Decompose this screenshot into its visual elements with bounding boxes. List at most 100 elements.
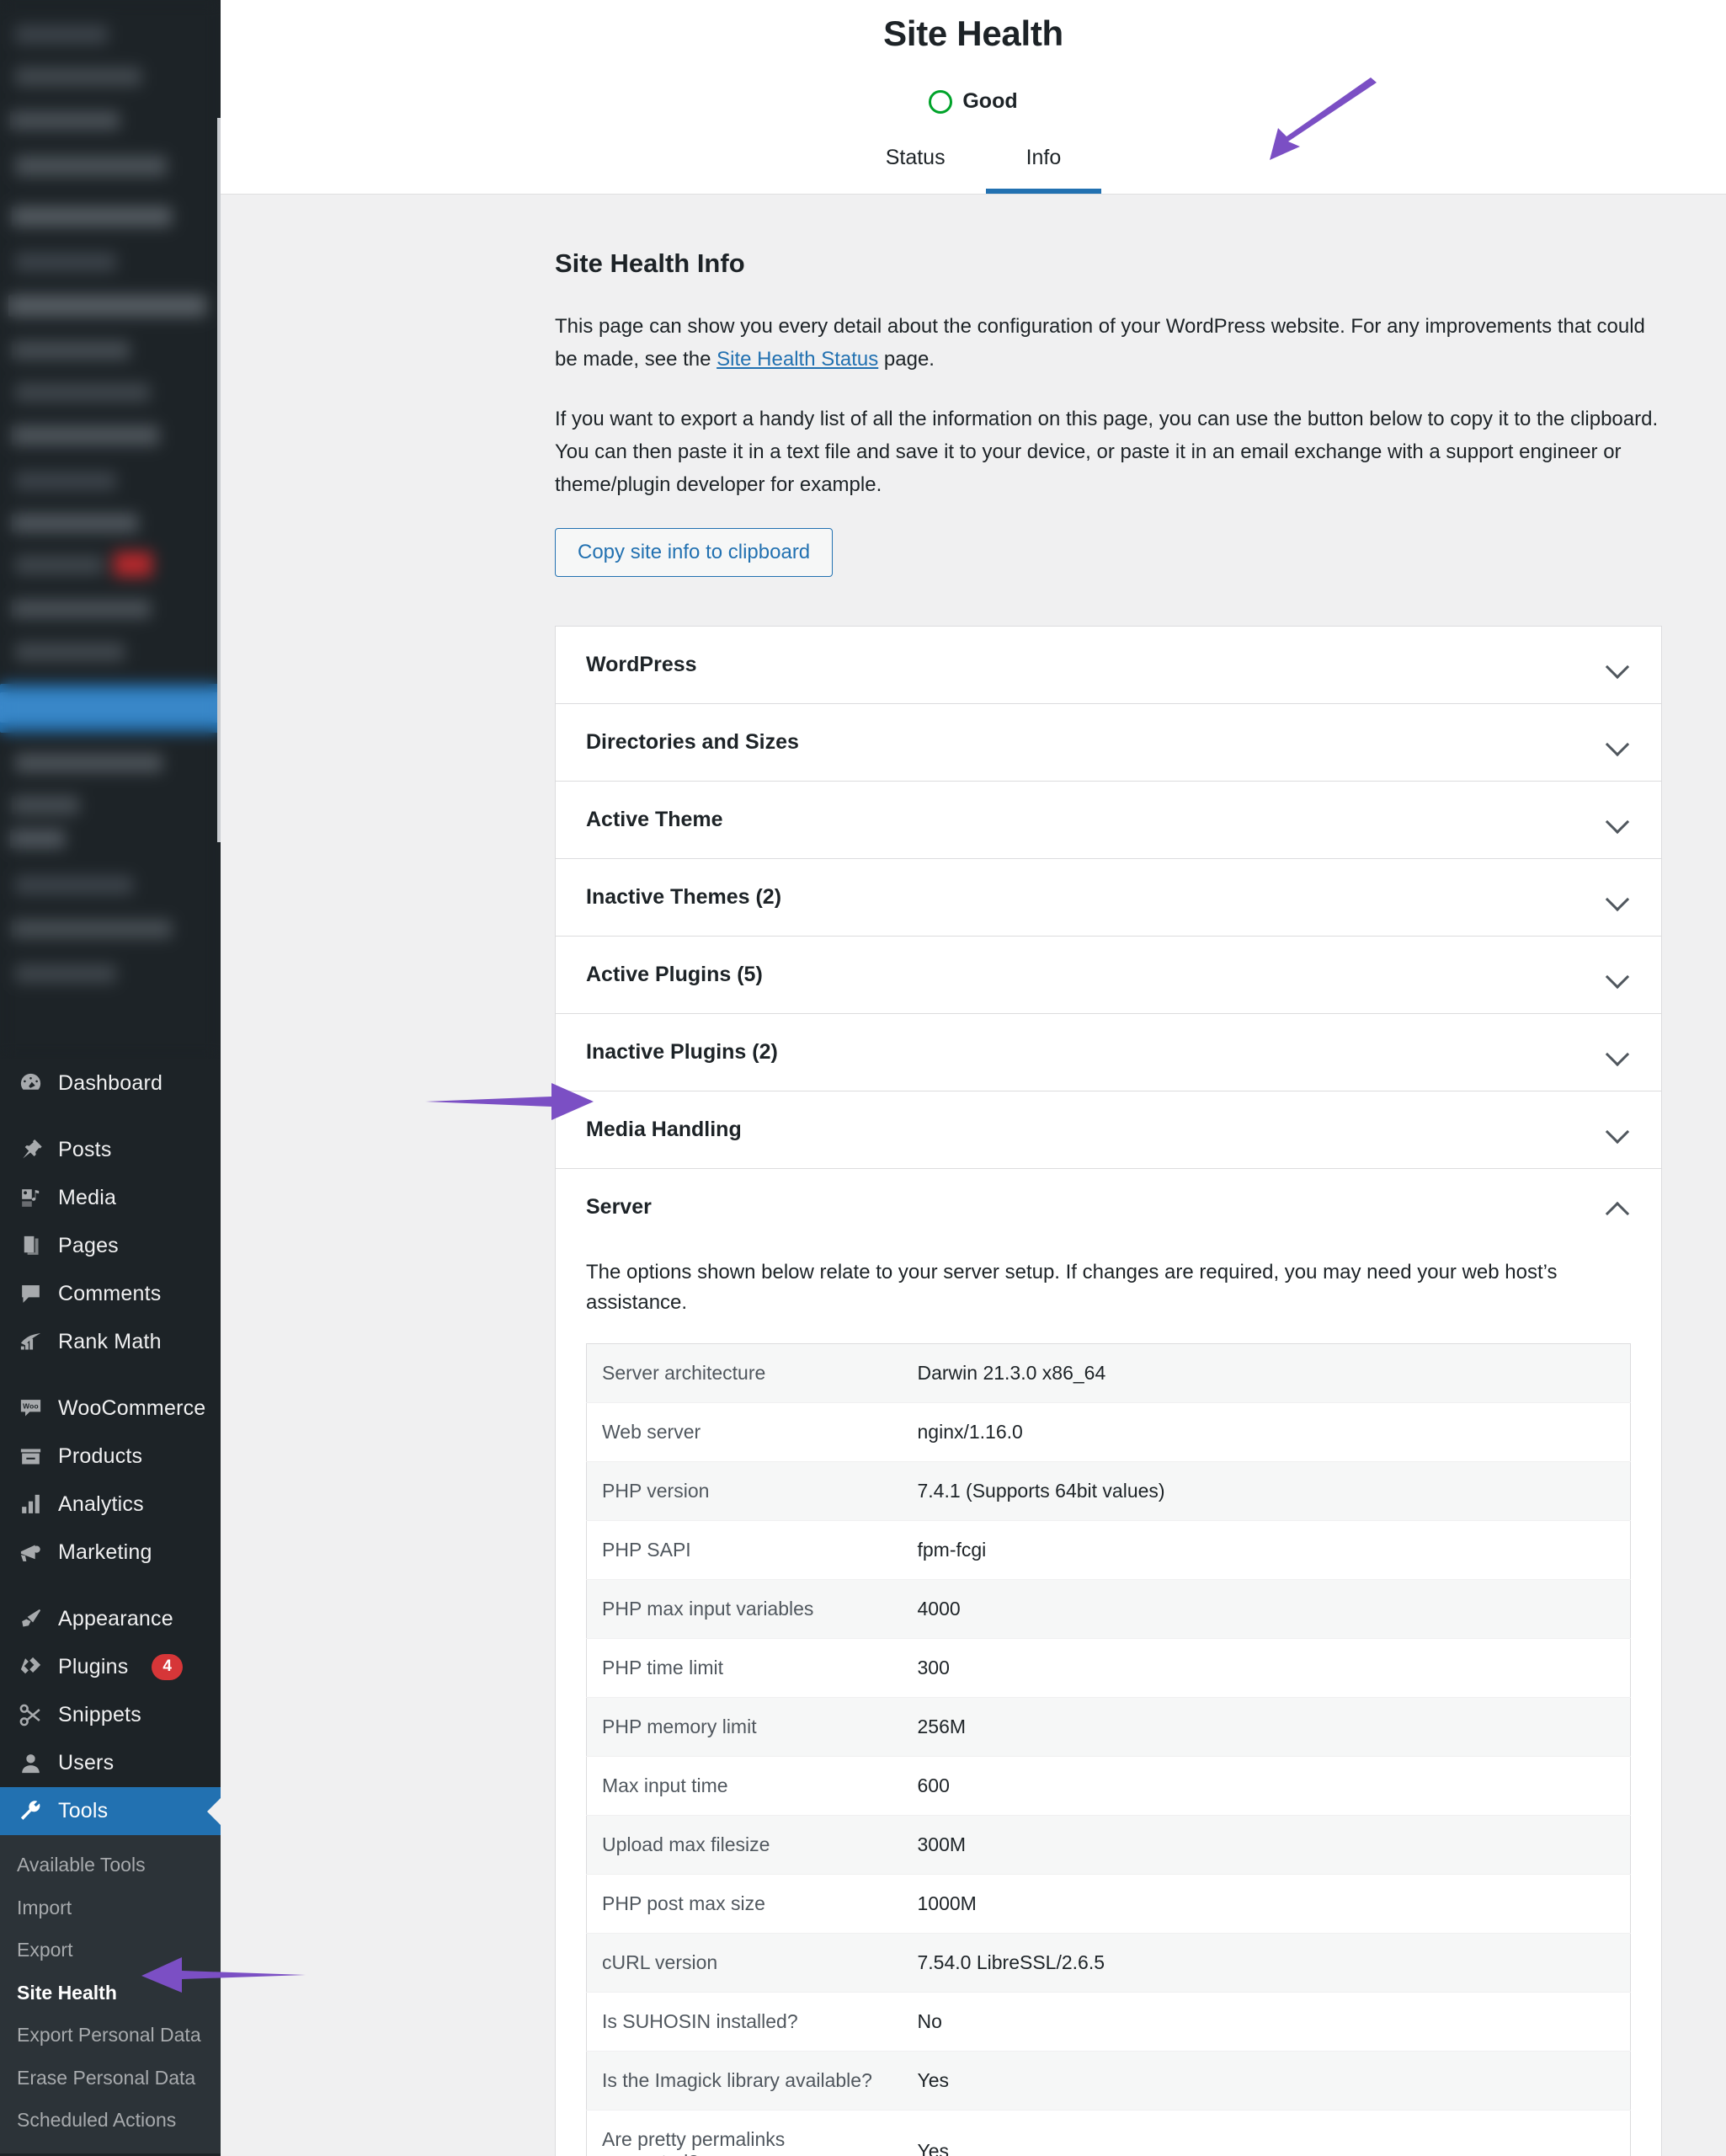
copy-site-info-button[interactable]: Copy site info to clipboard <box>555 528 834 578</box>
chevron-down-icon[interactable] <box>1606 1045 1631 1060</box>
site-health-status: Good <box>221 89 1726 114</box>
sidebar-item-woocommerce[interactable]: Woo WooCommerce <box>0 1385 221 1433</box>
tab-info[interactable]: Info <box>985 146 1102 194</box>
sidebar-item-tools[interactable]: Tools <box>0 1787 221 1835</box>
accordion-label: Media Handling <box>586 1118 742 1142</box>
tab-status[interactable]: Status <box>845 146 986 194</box>
submenu-item-available-tools[interactable]: Available Tools <box>0 1844 221 1886</box>
row-key: PHP time limit <box>602 1657 723 1679</box>
table-row: PHP memory limit 256M <box>586 1697 1631 1757</box>
submenu-item-export[interactable]: Export <box>0 1929 221 1972</box>
accordion-header[interactable]: Media Handling <box>556 1091 1661 1168</box>
row-key: PHP SAPI <box>602 1539 691 1561</box>
accordion-label: Directories and Sizes <box>586 730 799 755</box>
pages-icon <box>17 1232 45 1260</box>
chevron-down-icon[interactable] <box>1606 1123 1631 1138</box>
accordion-label: Active Plugins (5) <box>586 963 763 987</box>
row-key: PHP version <box>602 1480 710 1502</box>
table-row: cURL version 7.54.0 LibreSSL/2.6.5 <box>586 1933 1631 1993</box>
row-value: 600 <box>917 1774 950 1797</box>
accordion-header[interactable]: WordPress <box>556 627 1661 703</box>
intro-paragraph-2: If you want to export a handy list of al… <box>555 407 1659 496</box>
rank-math-icon <box>17 1328 45 1356</box>
submenu-item-scheduled-actions[interactable]: Scheduled Actions <box>0 2099 221 2142</box>
accordion-header[interactable]: Active Theme <box>556 782 1661 858</box>
accordion-header[interactable]: Inactive Plugins (2) <box>556 1014 1661 1091</box>
table-row: Server architecture Darwin 21.3.0 x86_64 <box>586 1343 1631 1403</box>
paintbrush-icon <box>17 1605 45 1633</box>
chevron-down-icon[interactable] <box>1606 813 1631 828</box>
row-key: Server architecture <box>602 1362 766 1385</box>
sidebar-item-label: Plugins <box>58 1655 129 1678</box>
accordion-section-media-handling: Media Handling <box>555 1091 1662 1169</box>
table-row: PHP max input variables 4000 <box>586 1579 1631 1639</box>
accordion-label: Inactive Plugins (2) <box>586 1040 778 1065</box>
submenu-item-export-personal-data[interactable]: Export Personal Data <box>0 2014 221 2057</box>
woocommerce-icon: Woo <box>17 1395 45 1422</box>
chevron-down-icon[interactable] <box>1606 658 1631 673</box>
sidebar-item-users[interactable]: Users <box>0 1739 221 1787</box>
pin-icon <box>17 1136 45 1164</box>
chevron-down-icon[interactable] <box>1606 735 1631 750</box>
accordion-header[interactable]: Directories and Sizes <box>556 704 1661 781</box>
sidebar-item-label: Analytics <box>58 1492 144 1516</box>
accordion-header[interactable]: Server <box>556 1169 1661 1246</box>
sidebar-item-label: Tools <box>58 1799 109 1822</box>
plugins-update-badge: 4 <box>152 1654 184 1680</box>
sidebar-item-label: Products <box>58 1444 143 1468</box>
sidebar-item-label: Marketing <box>58 1540 152 1564</box>
sidebar-item-pages[interactable]: Pages <box>0 1222 221 1270</box>
sidebar-item-appearance[interactable]: Appearance <box>0 1595 221 1643</box>
intro-paragraph-1: This page can show you every detail abou… <box>555 311 1662 376</box>
comment-icon <box>17 1280 45 1308</box>
accordion-section-active-plugins: Active Plugins (5) <box>555 936 1662 1014</box>
submenu-item-erase-personal-data[interactable]: Erase Personal Data <box>0 2057 221 2100</box>
submenu-item-import[interactable]: Import <box>0 1886 221 1929</box>
sidebar-item-rank-math[interactable]: Rank Math <box>0 1318 221 1366</box>
sidebar-scrollbar[interactable] <box>217 118 221 842</box>
row-value: Yes <box>917 2069 950 2092</box>
sidebar-item-products[interactable]: Products <box>0 1433 221 1481</box>
site-health-status-link[interactable]: Site Health Status <box>717 348 878 371</box>
row-key: Web server <box>602 1421 701 1444</box>
server-info-table: Server architecture Darwin 21.3.0 x86_64 … <box>586 1343 1631 2156</box>
chevron-up-icon[interactable] <box>1606 1200 1631 1215</box>
sidebar-item-analytics[interactable]: Analytics <box>0 1481 221 1529</box>
status-label: Good <box>962 89 1018 113</box>
row-key: Is SUHOSIN installed? <box>602 2010 798 2033</box>
sidebar-divider <box>0 1107 221 1126</box>
status-ring-icon <box>929 89 953 114</box>
row-value: 7.4.1 (Supports 64bit values) <box>917 1480 1165 1502</box>
accordion-header[interactable]: Inactive Themes (2) <box>556 859 1661 936</box>
row-value: Darwin 21.3.0 x86_64 <box>917 1362 1106 1385</box>
row-value: nginx/1.16.0 <box>917 1421 1023 1444</box>
chevron-down-icon[interactable] <box>1606 890 1631 905</box>
sidebar-item-snippets[interactable]: Snippets <box>0 1691 221 1739</box>
sidebar-item-media[interactable]: Media <box>0 1174 221 1222</box>
sidebar-item-label: Appearance <box>58 1607 173 1630</box>
analytics-icon <box>17 1491 45 1518</box>
sidebar-item-plugins[interactable]: Plugins 4 <box>0 1643 221 1691</box>
table-row: PHP version 7.4.1 (Supports 64bit values) <box>586 1461 1631 1521</box>
table-row: Upload max filesize 300M <box>586 1815 1631 1875</box>
sidebar-redacted-region <box>0 0 221 1059</box>
server-description: The options shown below relate to your s… <box>586 1261 1558 1315</box>
sidebar-item-dashboard[interactable]: Dashboard <box>0 1059 221 1107</box>
megaphone-icon <box>17 1539 45 1566</box>
submenu-item-site-health[interactable]: Site Health <box>0 1972 221 2015</box>
sidebar-item-posts[interactable]: Posts <box>0 1126 221 1174</box>
accordion-label: Server <box>586 1195 652 1219</box>
svg-text:Woo: Woo <box>23 1402 39 1411</box>
table-row: PHP time limit 300 <box>586 1638 1631 1698</box>
accordion-label: Inactive Themes (2) <box>586 885 782 910</box>
row-value: 1000M <box>917 1892 977 1915</box>
chevron-down-icon[interactable] <box>1606 968 1631 983</box>
row-key: Are pretty permalinks supported? <box>602 2128 786 2156</box>
sidebar-item-comments[interactable]: Comments <box>0 1270 221 1318</box>
row-key: Upload max filesize <box>602 1833 770 1856</box>
row-value: 7.54.0 LibreSSL/2.6.5 <box>917 1951 1105 1974</box>
table-row: Is SUHOSIN installed? No <box>586 1992 1631 2052</box>
accordion-header[interactable]: Active Plugins (5) <box>556 937 1661 1013</box>
user-icon <box>17 1749 45 1777</box>
sidebar-item-marketing[interactable]: Marketing <box>0 1529 221 1577</box>
